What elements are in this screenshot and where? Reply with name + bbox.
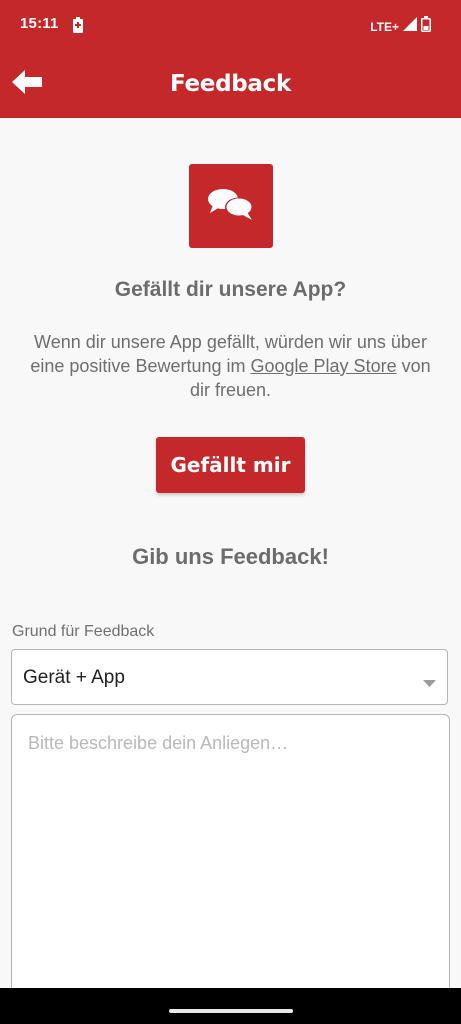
- battery-low-icon: [421, 16, 431, 37]
- reason-select[interactable]: Gerät + App: [11, 649, 448, 705]
- status-bar: 15:11 LTE+: [0, 0, 461, 52]
- app-bar: Feedback: [0, 52, 461, 118]
- battery-charging-icon: [73, 17, 83, 38]
- home-gesture-handle[interactable]: [169, 1009, 293, 1013]
- chat-bubbles-icon: [207, 186, 255, 227]
- feedback-tile: [189, 164, 273, 248]
- content: Gefällt dir unsere App? Wenn dir unsere …: [0, 118, 461, 1004]
- reason-label: Grund für Feedback: [12, 623, 155, 640]
- like-button[interactable]: Gefällt mir: [156, 437, 305, 493]
- signal-icon: [403, 17, 417, 36]
- message-field[interactable]: [11, 714, 450, 1004]
- feedback-screen: 15:11 LTE+ Feedback Gefällt dir unsere A…: [0, 0, 461, 1024]
- caret-down-icon: [423, 674, 436, 692]
- rating-description: Wenn dir unsere App gefällt, würden wir …: [24, 330, 437, 402]
- status-time: 15:11: [20, 15, 59, 32]
- reason-select-value: Gerät + App: [23, 667, 125, 688]
- status-indicators: LTE+: [370, 16, 431, 37]
- feedback-heading: Gib uns Feedback!: [132, 544, 329, 569]
- rating-heading: Gefällt dir unsere App?: [114, 278, 347, 301]
- network-type: LTE+: [370, 19, 399, 34]
- system-navigation-bar: [0, 988, 461, 1024]
- page-title: Feedback: [170, 71, 291, 97]
- google-play-store-link[interactable]: Google Play Store: [251, 356, 397, 376]
